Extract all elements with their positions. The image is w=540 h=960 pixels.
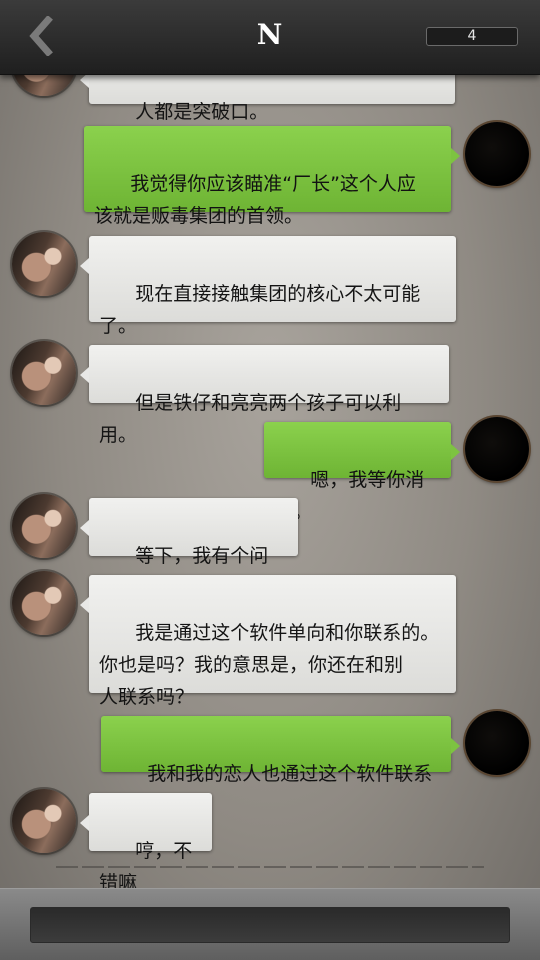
contact-avatar[interactable] (12, 571, 76, 635)
message-bubble-me: 嗯，我等你消息。 (264, 422, 460, 523)
chat-screen: 人都是突破口。 我觉得你应该瞄准“厂长”这个人应 该就是贩毒集团的首领。 现在直… (0, 0, 540, 960)
my-avatar[interactable] (465, 417, 529, 481)
message-bubble-npc: 但是铁仔和亮亮两个孩子可以利用。 (80, 345, 449, 446)
end-divider (56, 866, 484, 868)
message-bubble-me: 我觉得你应该瞄准“厂长”这个人应 该就是贩毒集团的首领。 (84, 126, 460, 227)
reply-input[interactable] (30, 907, 510, 943)
message-bubble-npc: 现在直接接触集团的核心不太可能 了。 (80, 236, 456, 337)
message-bubble-npc: 等下，我有个问题。 (80, 498, 298, 599)
message-text: 我觉得你应该瞄准“厂长”这个人应 该就是贩毒集团的首领。 (94, 173, 416, 227)
message-text: 我是通过这个软件单向和你联系的。 你也是吗？我的意思是，你还在和别 人联系吗？ (99, 622, 440, 708)
my-avatar[interactable] (465, 122, 529, 186)
bottom-bar (0, 888, 540, 960)
message-text: 人都是突破口。 (135, 101, 269, 123)
message-bubble-me: 我和我的恋人也通过这个软件联系~ (101, 716, 460, 817)
my-avatar[interactable] (465, 711, 529, 775)
message-bubble-npc: 我是通过这个软件单向和你联系的。 你也是吗？我的意思是，你还在和别 人联系吗？ (80, 575, 456, 708)
message-counter: 4 (426, 27, 518, 46)
contact-avatar[interactable] (12, 789, 76, 853)
message-text: 现在直接接触集团的核心不太可能 了。 (99, 283, 421, 337)
contact-avatar[interactable] (12, 232, 76, 296)
contact-avatar[interactable] (12, 341, 76, 405)
contact-avatar[interactable] (12, 494, 76, 558)
message-bubble-npc: 哼，不错嘛 (80, 793, 212, 894)
top-bar: N 4 (0, 0, 540, 75)
